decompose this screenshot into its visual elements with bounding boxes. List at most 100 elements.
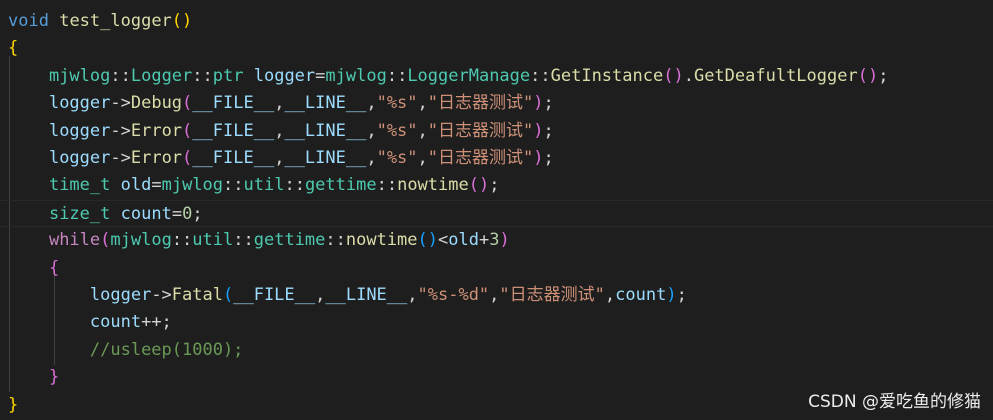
code-line-text: {	[8, 35, 18, 62]
code-line-text: void test_logger()	[8, 8, 192, 35]
code-token: }	[48, 367, 60, 388]
code-token: "%s"	[376, 148, 418, 168]
code-editor[interactable]: void test_logger(){ mjwlog::Logger::ptr …	[0, 0, 993, 420]
code-token: gettime	[253, 230, 326, 251]
code-token: logger	[48, 120, 111, 141]
code-token: ,	[407, 285, 418, 305]
code-line[interactable]: logger->Error(__FILE__,__LINE__,"%s","日志…	[0, 145, 993, 172]
code-token: (	[182, 148, 193, 168]
code-token: ::	[325, 230, 346, 251]
code-token: ,	[366, 120, 377, 141]
code-token: ;	[543, 148, 554, 168]
code-line[interactable]: while(mjwlog::util::gettime::nowtime()<o…	[0, 227, 993, 254]
code-line[interactable]: //usleep(1000);	[0, 337, 993, 364]
code-token: ,	[274, 120, 285, 141]
code-token: util	[192, 230, 234, 251]
code-token: +	[478, 230, 490, 251]
code-token: ::	[223, 175, 244, 196]
code-token: GetInstance	[550, 65, 664, 86]
code-token: )	[533, 93, 544, 114]
code-token: .	[683, 65, 694, 86]
code-line-text: mjwlog::Logger::ptr logger=mjwlog::Logge…	[8, 63, 889, 90]
code-token: ,	[366, 93, 377, 114]
code-token: ,	[417, 148, 428, 168]
code-token: }	[8, 394, 19, 415]
code-line[interactable]: time_t old=mjwlog::util::gettime::nowtim…	[0, 172, 993, 199]
code-token: ::	[171, 230, 193, 251]
code-token: ;	[489, 175, 500, 196]
code-token: logger	[253, 65, 316, 86]
code-line-text: time_t old=mjwlog::util::gettime::nowtim…	[8, 172, 500, 199]
code-token: =	[171, 203, 183, 224]
code-line[interactable]: size_t count=0;	[0, 199, 993, 228]
code-token: mjwlog	[110, 230, 172, 251]
code-token: (	[100, 230, 111, 251]
code-line[interactable]: {	[0, 35, 993, 62]
code-token: ::	[110, 65, 131, 86]
code-line-text: size_t count=0;	[8, 201, 203, 228]
code-token: ,	[274, 148, 285, 168]
code-token: ptr	[212, 65, 244, 86]
code-token: ::	[386, 65, 408, 86]
code-line[interactable]: void test_logger()	[0, 8, 993, 35]
code-line-text: count++;	[8, 309, 172, 336]
code-line[interactable]: count++;	[0, 309, 993, 336]
code-token: mjwlog	[325, 65, 387, 86]
code-token: ,	[274, 93, 285, 114]
code-token: //usleep(1000);	[89, 339, 244, 360]
code-token: __LINE__	[325, 285, 408, 305]
code-token: "%s-%d"	[417, 285, 490, 305]
code-token: ::	[192, 65, 213, 86]
code-token: __LINE__	[284, 93, 367, 114]
code-token: Logger	[130, 65, 193, 86]
code-line-text: logger->Debug(__FILE__,__LINE__,"%s","日志…	[8, 90, 554, 117]
code-token: util	[243, 175, 285, 196]
code-line-text: while(mjwlog::util::gettime::nowtime()<o…	[8, 227, 510, 254]
code-line[interactable]: logger->Fatal(__FILE__,__LINE__,"%s-%d",…	[0, 282, 993, 309]
code-token: old	[120, 175, 152, 196]
code-token: ::	[284, 175, 305, 196]
code-token: 0	[182, 203, 193, 224]
code-token: "日志器测试"	[427, 120, 534, 141]
code-token: GetDeafultLogger	[693, 65, 858, 86]
code-token: ,	[417, 93, 428, 114]
code-token: ;	[192, 203, 203, 224]
code-token: __FILE__	[192, 148, 275, 168]
code-token: Error	[130, 120, 183, 141]
code-line-text: }	[8, 392, 18, 419]
code-token: __FILE__	[233, 285, 316, 305]
code-token: )	[533, 148, 544, 168]
code-line[interactable]: logger->Error(__FILE__,__LINE__,"%s","日志…	[0, 118, 993, 145]
code-token: ,	[315, 285, 326, 305]
code-token: mjwlog	[48, 65, 111, 86]
code-line-text: //usleep(1000);	[8, 337, 244, 364]
code-token: "日志器测试"	[499, 285, 605, 305]
code-token: (	[222, 285, 234, 305]
code-token: ++;	[141, 312, 172, 333]
code-line[interactable]: logger->Debug(__FILE__,__LINE__,"%s","日志…	[0, 90, 993, 117]
code-token: "%s"	[376, 93, 418, 114]
code-token: =	[151, 175, 162, 196]
code-token: ->	[151, 285, 172, 305]
code-token: {	[8, 38, 19, 59]
code-token: __FILE__	[192, 120, 275, 141]
code-token: ;	[676, 285, 687, 305]
code-line[interactable]: {	[0, 255, 993, 282]
code-token: __LINE__	[284, 148, 367, 168]
code-token: mjwlog	[161, 175, 224, 196]
code-token: )	[533, 120, 544, 141]
code-token: while	[48, 230, 101, 251]
code-line[interactable]: mjwlog::Logger::ptr logger=mjwlog::Logge…	[0, 63, 993, 90]
code-token: ;	[543, 93, 554, 114]
code-token: ,	[604, 285, 616, 305]
code-token: logger	[48, 148, 111, 168]
code-token: ,	[366, 148, 377, 168]
